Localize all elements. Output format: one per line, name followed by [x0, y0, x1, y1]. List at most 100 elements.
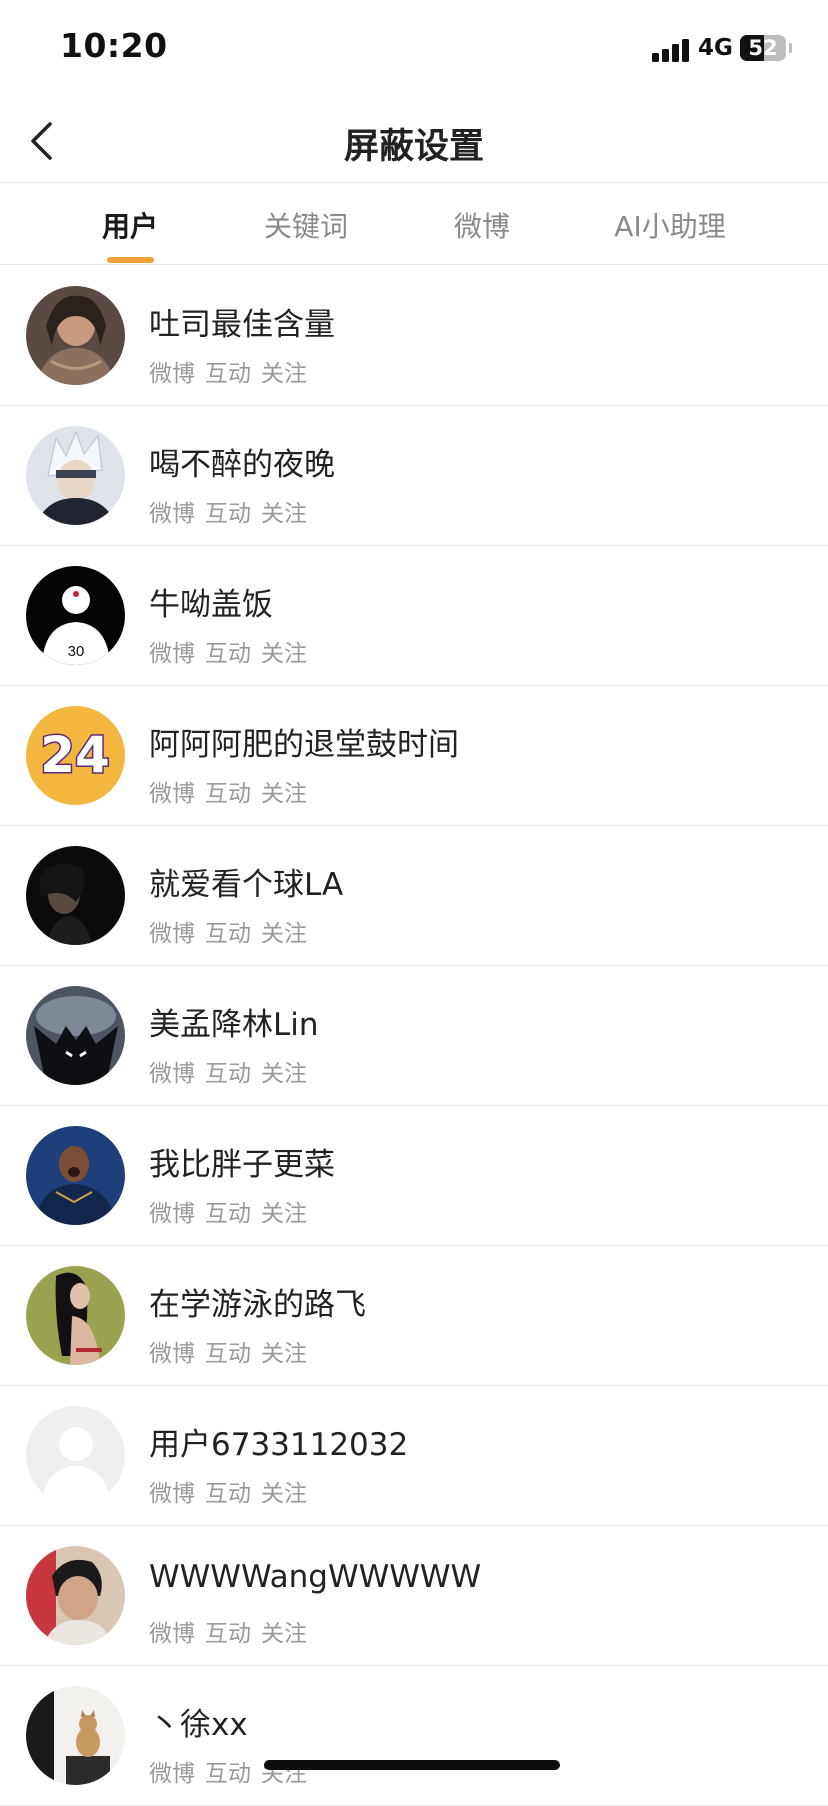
- tag-weibo: 微博: [149, 1481, 195, 1507]
- user-name: 吐司最佳含量: [149, 307, 335, 343]
- tab-keywords[interactable]: 关键词: [264, 205, 348, 245]
- list-item[interactable]: 丶徐xx 微博 互动 关注: [0, 1666, 828, 1806]
- tag-follow: 关注: [261, 641, 307, 667]
- user-name: 阿阿阿肥的退堂鼓时间: [149, 727, 459, 763]
- anime-character-icon: [26, 426, 125, 525]
- list-item[interactable]: 24 阿阿阿肥的退堂鼓时间 微博 互动 关注: [0, 686, 828, 826]
- network-type: 4G: [698, 35, 733, 61]
- user-block-tags: 微博 互动 关注: [149, 494, 317, 528]
- tag-weibo: 微博: [149, 1621, 195, 1647]
- user-block-tags: 微博 互动 关注: [149, 1474, 317, 1508]
- user-block-tags: 微博 互动 关注: [149, 1054, 317, 1088]
- tag-weibo: 微博: [149, 781, 195, 807]
- list-item[interactable]: 就爱看个球LA 微博 互动 关注: [0, 826, 828, 966]
- tag-weibo: 微博: [149, 1201, 195, 1227]
- user-avatar[interactable]: [26, 846, 125, 945]
- tag-interaction: 互动: [205, 921, 251, 947]
- tag-interaction: 互动: [205, 1481, 251, 1507]
- tag-interaction: 互动: [205, 361, 251, 387]
- tag-interaction: 互动: [205, 501, 251, 527]
- user-name: 就爱看个球LA: [149, 867, 344, 903]
- avatar-number: 24: [40, 726, 110, 784]
- nav-bar: 屏蔽设置: [0, 100, 828, 183]
- number-24-icon: 24: [26, 706, 125, 805]
- tab-users[interactable]: 用户: [102, 205, 158, 245]
- user-avatar[interactable]: 30: [26, 566, 125, 665]
- tag-interaction: 互动: [205, 781, 251, 807]
- photo-person-icon: [26, 1546, 125, 1645]
- battery-icon: 52: [740, 35, 786, 61]
- page-title: 屏蔽设置: [343, 127, 484, 167]
- tag-follow: 关注: [261, 1621, 307, 1647]
- tag-interaction: 互动: [205, 1341, 251, 1367]
- silhouette-icon: 30: [26, 566, 125, 665]
- user-avatar[interactable]: [26, 1126, 125, 1225]
- user-name: WWWWangWWWWW: [149, 1559, 482, 1595]
- user-name: 喝不醉的夜晚: [149, 447, 335, 483]
- tag-follow: 关注: [261, 781, 307, 807]
- user-avatar[interactable]: [26, 1406, 125, 1505]
- home-indicator[interactable]: [264, 1760, 560, 1770]
- user-block-tags: 微博 互动 关注: [149, 634, 317, 668]
- user-block-tags: 微博 互动 关注: [149, 354, 317, 388]
- tab-bar: 用户 关键词 微博 AI小助理: [0, 183, 828, 265]
- default-user-icon: [26, 1406, 125, 1505]
- tag-weibo: 微博: [149, 501, 195, 527]
- user-name: 用户6733112032: [149, 1427, 409, 1463]
- user-block-tags: 微博 互动 关注: [149, 1334, 317, 1368]
- tag-weibo: 微博: [149, 1761, 195, 1787]
- user-block-tags: 微博 互动 关注: [149, 1194, 317, 1228]
- tag-follow: 关注: [261, 1481, 307, 1507]
- status-bar: 10:20 4G 52: [0, 0, 828, 100]
- tag-interaction: 互动: [205, 641, 251, 667]
- user-name: 牛呦盖饭: [149, 587, 273, 623]
- active-tab-indicator: [107, 257, 154, 263]
- user-avatar[interactable]: [26, 1686, 125, 1785]
- dark-character-icon: [26, 986, 125, 1085]
- tab-weibo[interactable]: 微博: [454, 205, 510, 245]
- user-avatar[interactable]: [26, 986, 125, 1085]
- battery-level: 52: [748, 36, 778, 60]
- user-avatar[interactable]: [26, 1546, 125, 1645]
- user-name: 美孟降林Lin: [149, 1007, 319, 1043]
- dark-portrait-icon: [26, 846, 125, 945]
- user-name: 我比胖子更菜: [149, 1147, 335, 1183]
- photo-woman-icon: [26, 286, 125, 385]
- photo-woman-icon: [26, 1266, 125, 1365]
- tag-follow: 关注: [261, 1201, 307, 1227]
- user-avatar[interactable]: [26, 1266, 125, 1365]
- list-item[interactable]: 我比胖子更菜 微博 互动 关注: [0, 1106, 828, 1246]
- user-avatar[interactable]: [26, 426, 125, 525]
- user-name: 在学游泳的路飞: [149, 1287, 366, 1323]
- tag-weibo: 微博: [149, 1341, 195, 1367]
- list-item[interactable]: 吐司最佳含量 微博 互动 关注: [0, 266, 828, 406]
- tag-weibo: 微博: [149, 361, 195, 387]
- tag-weibo: 微博: [149, 641, 195, 667]
- user-avatar[interactable]: [26, 286, 125, 385]
- tab-ai-assistant[interactable]: AI小助理: [614, 205, 725, 245]
- list-item[interactable]: 用户6733112032 微博 互动 关注: [0, 1386, 828, 1526]
- user-block-tags: 微博 互动 关注: [149, 914, 317, 948]
- battery-cap: [789, 43, 792, 53]
- tag-interaction: 互动: [205, 1761, 251, 1787]
- signal-icon: [652, 38, 692, 62]
- tag-follow: 关注: [261, 1341, 307, 1367]
- list-item[interactable]: WWWWangWWWWW 微博 互动 关注: [0, 1526, 828, 1666]
- user-name: 丶徐xx: [149, 1707, 248, 1743]
- tag-interaction: 互动: [205, 1201, 251, 1227]
- tag-interaction: 互动: [205, 1621, 251, 1647]
- list-item[interactable]: 在学游泳的路飞 微博 互动 关注: [0, 1246, 828, 1386]
- list-item[interactable]: 30 牛呦盖饭 微博 互动 关注: [0, 546, 828, 686]
- tag-follow: 关注: [261, 501, 307, 527]
- tag-interaction: 互动: [205, 1061, 251, 1087]
- user-avatar[interactable]: 24: [26, 706, 125, 805]
- tag-weibo: 微博: [149, 1061, 195, 1087]
- status-time: 10:20: [60, 26, 168, 65]
- cat-photo-icon: [26, 1686, 125, 1785]
- football-player-icon: [26, 1126, 125, 1225]
- list-item[interactable]: 喝不醉的夜晚 微博 互动 关注: [0, 406, 828, 546]
- user-block-tags: 微博 互动 关注: [149, 1614, 317, 1648]
- blocked-user-list: 吐司最佳含量 微博 互动 关注 喝不醉的夜晚 微博 互动 关注 30 牛呦盖饭 …: [0, 266, 828, 1806]
- avatar-number: 30: [68, 643, 85, 660]
- list-item[interactable]: 美孟降林Lin 微博 互动 关注: [0, 966, 828, 1106]
